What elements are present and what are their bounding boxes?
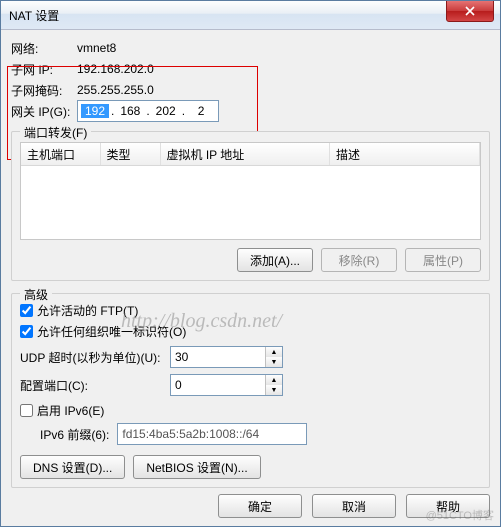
port-forward-table[interactable]: 主机端口 类型 虚拟机 IP 地址 描述 [20, 142, 481, 240]
allow-oui-label: 允许任何组织唯一标识符(O) [37, 323, 186, 340]
allow-oui-checkbox[interactable] [20, 325, 33, 338]
spinner-arrows: ▲ ▼ [265, 375, 282, 395]
ok-button[interactable]: 确定 [218, 494, 302, 518]
gateway-oct2[interactable] [116, 104, 144, 118]
gateway-oct3[interactable] [152, 104, 180, 118]
titlebar[interactable]: NAT 设置 [1, 1, 500, 30]
ip-dot: . [109, 104, 116, 118]
subnet-ip-label: 子网 IP: [11, 61, 77, 78]
allow-ftp-checkbox[interactable] [20, 304, 33, 317]
port-forward-buttons: 添加(A)... 移除(R) 属性(P) [20, 248, 481, 272]
dns-settings-button[interactable]: DNS 设置(D)... [20, 455, 125, 479]
allow-ftp-label: 允许活动的 FTP(T) [37, 302, 138, 319]
remove-button: 移除(R) [321, 248, 397, 272]
ip-dot: . [144, 104, 151, 118]
properties-button: 属性(P) [405, 248, 481, 272]
udp-timeout-row: UDP 超时(以秒为单位)(U): ▲ ▼ [20, 346, 481, 368]
dialog-body: 网络: vmnet8 子网 IP: 192.168.202.0 子网掩码: 25… [1, 30, 500, 498]
table-header: 主机端口 类型 虚拟机 IP 地址 描述 [21, 143, 480, 166]
allow-ftp-row[interactable]: 允许活动的 FTP(T) [20, 302, 481, 319]
port-forward-title: 端口转发(F) [20, 124, 91, 141]
udp-timeout-label: UDP 超时(以秒为单位)(U): [20, 349, 170, 366]
col-vmip[interactable]: 虚拟机 IP 地址 [161, 143, 331, 165]
ipv6-enable-label: 启用 IPv6(E) [37, 402, 104, 419]
advanced-title: 高级 [20, 286, 52, 303]
subnet-mask-label: 子网掩码: [11, 82, 77, 99]
network-row: 网络: vmnet8 [11, 38, 490, 58]
gateway-oct1[interactable] [81, 104, 109, 118]
close-icon [465, 6, 475, 16]
window-title: NAT 设置 [9, 7, 446, 24]
config-port-row: 配置端口(C): ▲ ▼ [20, 374, 481, 396]
col-type[interactable]: 类型 [101, 143, 161, 165]
subnet-mask-value: 255.255.255.0 [77, 83, 154, 97]
subnet-ip-value: 192.168.202.0 [77, 62, 154, 76]
ipv6-prefix-label: IPv6 前缀(6): [40, 426, 109, 443]
close-button[interactable] [446, 0, 494, 22]
col-hostport[interactable]: 主机端口 [21, 143, 101, 165]
config-port-input[interactable] [171, 375, 265, 395]
gateway-ip-input[interactable]: . . . [77, 100, 219, 122]
cancel-button[interactable]: 取消 [312, 494, 396, 518]
config-port-label: 配置端口(C): [20, 377, 170, 394]
ip-dot: . [180, 104, 187, 118]
network-label: 网络: [11, 40, 77, 57]
spin-up-icon[interactable]: ▲ [266, 347, 282, 357]
spin-down-icon[interactable]: ▼ [266, 357, 282, 367]
port-forward-group: 端口转发(F) 主机端口 类型 虚拟机 IP 地址 描述 添加(A)... 移除… [11, 131, 490, 281]
dialog-footer: 确定 取消 帮助 [218, 494, 490, 518]
netbios-settings-button[interactable]: NetBIOS 设置(N)... [133, 455, 260, 479]
spin-down-icon[interactable]: ▼ [266, 385, 282, 395]
subnet-mask-row: 子网掩码: 255.255.255.0 [11, 80, 490, 100]
add-button[interactable]: 添加(A)... [237, 248, 313, 272]
gateway-label: 网关 IP(G): [11, 103, 77, 120]
config-port-spinner[interactable]: ▲ ▼ [170, 374, 283, 396]
nat-settings-window: NAT 设置 网络: vmnet8 子网 IP: 192.168.202.0 子… [0, 0, 501, 527]
ipv6-prefix-row: IPv6 前缀(6): [40, 423, 481, 445]
subnet-ip-row: 子网 IP: 192.168.202.0 [11, 59, 490, 79]
spin-up-icon[interactable]: ▲ [266, 375, 282, 385]
udp-timeout-spinner[interactable]: ▲ ▼ [170, 346, 283, 368]
spinner-arrows: ▲ ▼ [265, 347, 282, 367]
advanced-button-row: DNS 设置(D)... NetBIOS 设置(N)... [20, 455, 481, 479]
allow-oui-row[interactable]: 允许任何组织唯一标识符(O) [20, 323, 481, 340]
gateway-row: 网关 IP(G): . . . [11, 101, 490, 121]
ipv6-enable-checkbox[interactable] [20, 404, 33, 417]
ipv6-enable-row[interactable]: 启用 IPv6(E) [20, 402, 481, 419]
ipv6-prefix-input [117, 423, 307, 445]
gateway-oct4[interactable] [187, 104, 215, 118]
network-value: vmnet8 [77, 41, 116, 55]
advanced-group: 高级 允许活动的 FTP(T) 允许任何组织唯一标识符(O) UDP 超时(以秒… [11, 293, 490, 488]
udp-timeout-input[interactable] [171, 347, 265, 367]
help-button[interactable]: 帮助 [406, 494, 490, 518]
col-desc[interactable]: 描述 [330, 143, 480, 165]
